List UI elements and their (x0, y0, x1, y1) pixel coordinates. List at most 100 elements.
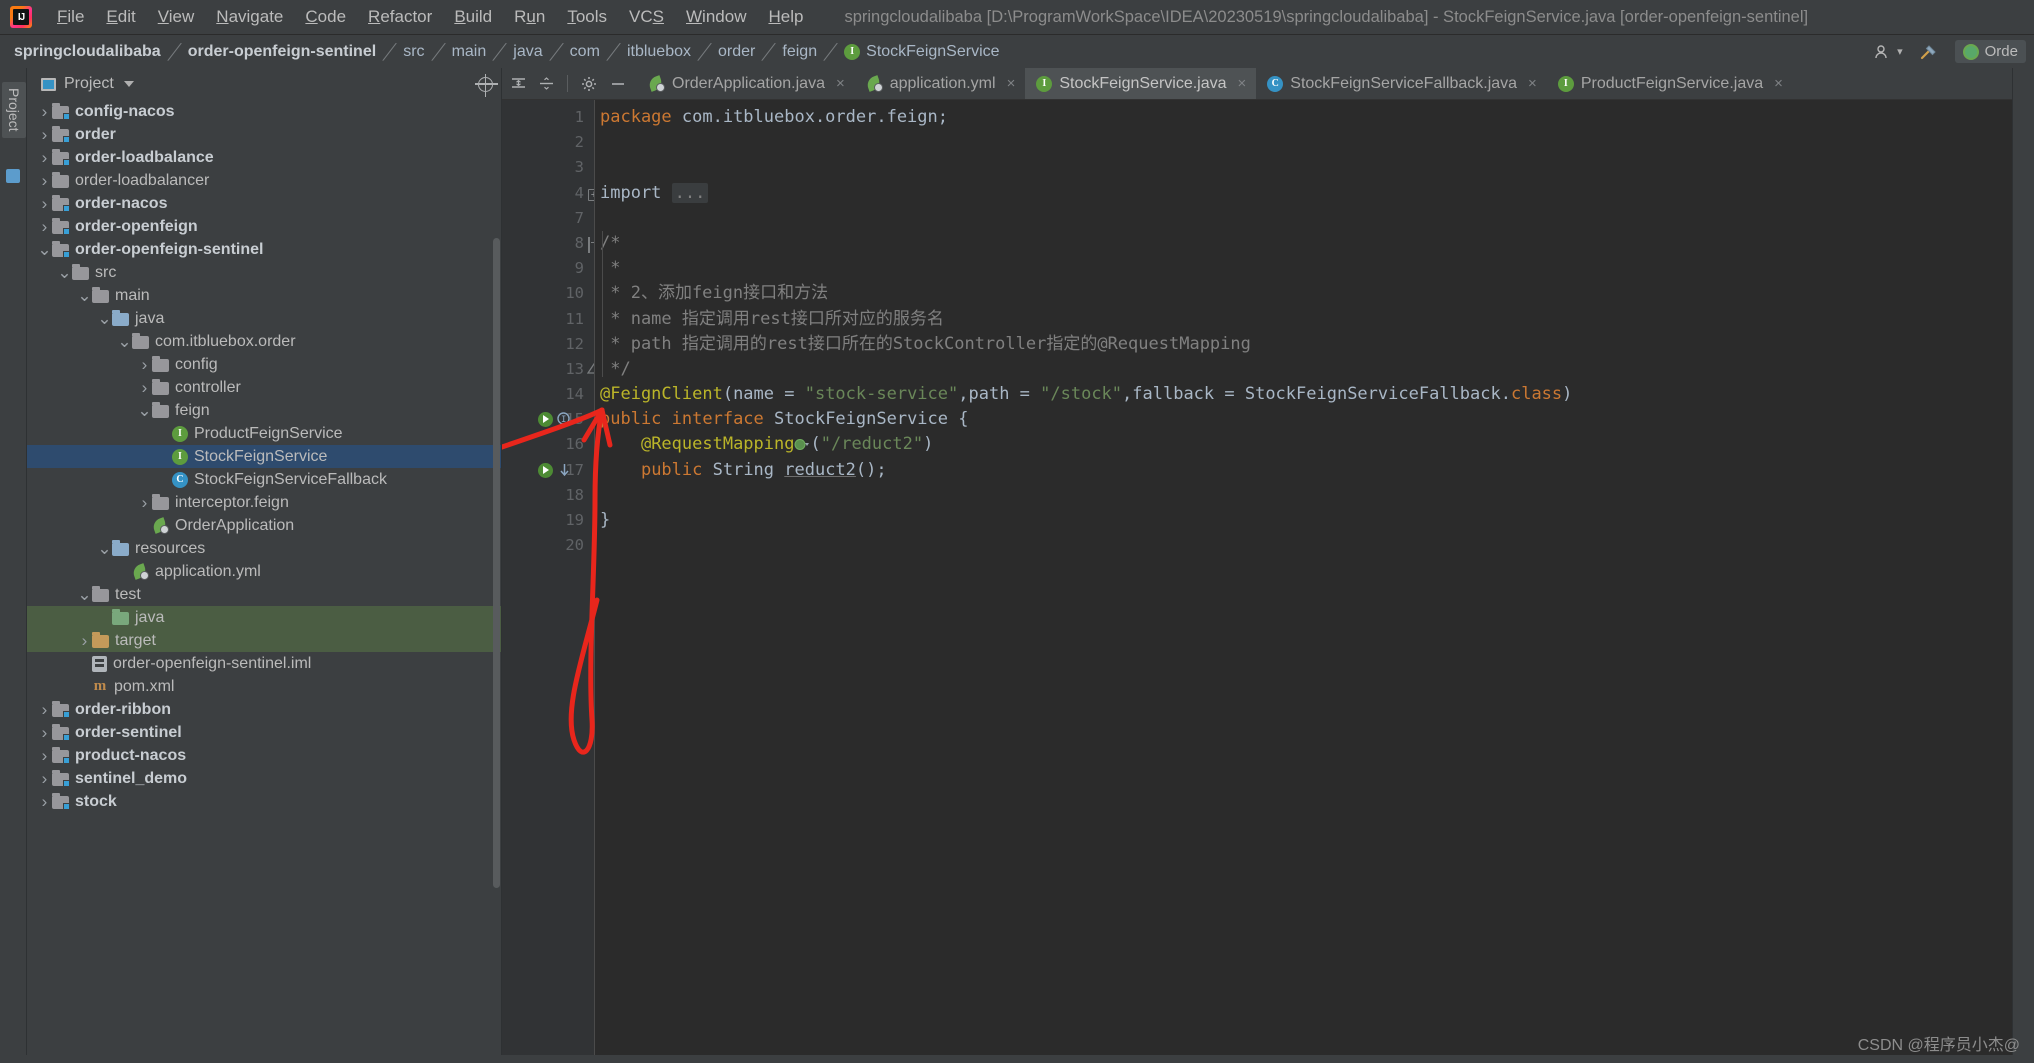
tree-node-pom-xml[interactable]: m pom.xml (27, 675, 501, 698)
chevron-down-icon[interactable]: ⌄ (77, 287, 92, 304)
breadcrumb-item-order[interactable]: order (718, 43, 755, 61)
fold-collapse-icon[interactable] (588, 237, 590, 253)
code-content[interactable]: package com.itbluebox.order.feign; impor… (594, 100, 2034, 1063)
chevron-down-icon[interactable]: ⌄ (97, 540, 112, 557)
chevron-right-icon[interactable]: › (37, 194, 52, 214)
run-configuration-selector[interactable]: Orde (1954, 40, 2026, 63)
chevron-down-icon[interactable]: ⌄ (37, 241, 52, 258)
chevron-right-icon[interactable]: › (137, 378, 152, 398)
tree-node-application-yml[interactable]: application.yml (27, 560, 501, 583)
implemented-interface-icon[interactable]: I (557, 412, 570, 428)
tree-node-controller[interactable]: › controller (27, 376, 501, 399)
tree-node-sentinel-demo[interactable]: › sentinel_demo (27, 767, 501, 790)
breadcrumb-item-main[interactable]: main (452, 43, 487, 61)
breadcrumb-item-src[interactable]: src (403, 43, 424, 61)
chevron-down-icon[interactable]: ⌄ (117, 333, 132, 350)
tree-node-main[interactable]: ⌄ main (27, 284, 501, 307)
chevron-right-icon[interactable]: › (37, 700, 52, 720)
main-menu[interactable]: File Edit View Navigate Code Refactor Build Run… (46, 4, 814, 30)
tree-node-order-openfeign[interactable]: › order-openfeign (27, 215, 501, 238)
tree-node-order-nacos[interactable]: › order-nacos (27, 192, 501, 215)
tree-node-java[interactable]: ⌄ java (27, 307, 501, 330)
tree-node-stockfeignservice[interactable]: I StockFeignService (27, 445, 501, 468)
spring-url-mapping-icon[interactable] (794, 434, 810, 454)
menu-view[interactable]: View (147, 4, 206, 30)
breadcrumb-item-java[interactable]: java (513, 43, 542, 61)
breadcrumb-item-springcloudalibaba[interactable]: springcloudalibaba (14, 43, 161, 61)
editor-tab-productfeignservice-java[interactable]: I ProductFeignService.java × (1546, 68, 1793, 99)
collapse-all-icon[interactable] (539, 76, 554, 91)
chevron-right-icon[interactable]: › (37, 217, 52, 237)
editor-tab-stockfeignservicefallback-java[interactable]: C StockFeignServiceFallback.java × (1256, 68, 1547, 99)
crosshair-icon[interactable] (475, 73, 498, 97)
menu-build[interactable]: Build (443, 4, 503, 30)
spring-bean-gutter-icon[interactable] (538, 412, 553, 430)
tree-node-resources[interactable]: ⌄ resources (27, 537, 501, 560)
hammer-build-icon[interactable] (1919, 43, 1939, 61)
chevron-down-icon[interactable] (123, 81, 134, 87)
chevron-down-icon[interactable]: ⌄ (97, 310, 112, 327)
tree-node-stockfeignservicefallback[interactable]: C StockFeignServiceFallback (27, 468, 501, 491)
tree-node-order-sentinel[interactable]: › order-sentinel (27, 721, 501, 744)
close-icon[interactable]: × (1774, 75, 1783, 92)
chevron-down-icon[interactable]: ⌄ (77, 586, 92, 603)
expand-all-icon[interactable] (511, 76, 526, 91)
user-settings-icon[interactable]: ▾ (1874, 44, 1903, 60)
tree-node-config[interactable]: › config (27, 353, 501, 376)
menu-navigate[interactable]: Navigate (205, 4, 294, 30)
tree-node-src[interactable]: ⌄ src (27, 261, 501, 284)
tree-node-order-loadbalancer[interactable]: › order-loadbalancer (27, 169, 501, 192)
hide-icon[interactable] (610, 76, 626, 92)
code-editor[interactable]: 12347891011121314151617181920+I package … (502, 100, 2034, 1063)
chevron-right-icon[interactable]: › (137, 493, 152, 513)
menu-window[interactable]: Window (675, 4, 757, 30)
tree-node-product-nacos[interactable]: › product-nacos (27, 744, 501, 767)
menu-file[interactable]: File (46, 4, 95, 30)
chevron-right-icon[interactable]: › (37, 125, 52, 145)
close-icon[interactable]: × (1238, 75, 1247, 92)
chevron-down-icon[interactable]: ⌄ (137, 402, 152, 419)
project-tree[interactable]: › config-nacos › order › order-loadbalance › or… (27, 100, 501, 1063)
breadcrumb-item-order-openfeign-sentinel[interactable]: order-openfeign-sentinel (188, 43, 376, 61)
tree-node-order-ribbon[interactable]: › order-ribbon (27, 698, 501, 721)
chevron-right-icon[interactable]: › (37, 746, 52, 766)
settings-gear-icon[interactable] (581, 76, 597, 92)
chevron-right-icon[interactable]: › (37, 102, 52, 122)
close-icon[interactable]: × (1007, 75, 1016, 92)
breadcrumb[interactable]: springcloudalibaba ╱ order-openfeign-senti… (14, 43, 1000, 61)
close-icon[interactable]: × (836, 75, 845, 92)
chevron-down-icon[interactable]: ⌄ (57, 264, 72, 281)
tree-node-test[interactable]: ⌄ test (27, 583, 501, 606)
breadcrumb-item-com[interactable]: com (570, 43, 600, 61)
tree-node-order-openfeign-sentinel-iml[interactable]: order-openfeign-sentinel.iml (27, 652, 501, 675)
chevron-right-icon[interactable]: › (77, 631, 92, 651)
tree-node-productfeignservice[interactable]: I ProductFeignService (27, 422, 501, 445)
chevron-right-icon[interactable]: › (37, 723, 52, 743)
chevron-right-icon[interactable]: › (137, 355, 152, 375)
tree-node-orderapplication[interactable]: OrderApplication (27, 514, 501, 537)
tree-node-order-openfeign-sentinel[interactable]: ⌄ order-openfeign-sentinel (27, 238, 501, 261)
tree-node-order[interactable]: › order (27, 123, 501, 146)
tree-node-com-itbluebox-order[interactable]: ⌄ com.itbluebox.order (27, 330, 501, 353)
breadcrumb-item-stockfeignservice[interactable]: I StockFeignService (844, 43, 1000, 61)
override-down-icon[interactable] (558, 463, 571, 480)
close-icon[interactable]: × (1528, 75, 1537, 92)
menu-run[interactable]: Run (503, 4, 556, 30)
editor-tab-orderapplication-java[interactable]: OrderApplication.java × (637, 68, 855, 99)
menu-edit[interactable]: Edit (95, 4, 146, 30)
menu-tools[interactable]: Tools (556, 4, 618, 30)
chevron-right-icon[interactable]: › (37, 792, 52, 812)
tree-node-java[interactable]: java (27, 606, 501, 629)
sidebar-item-project[interactable]: Project (2, 82, 26, 138)
editor-gutter[interactable]: 12347891011121314151617181920+I (502, 100, 602, 1063)
project-tree-scrollbar[interactable] (493, 238, 500, 888)
tree-node-feign[interactable]: ⌄ feign (27, 399, 501, 422)
breadcrumb-item-itbluebox[interactable]: itbluebox (627, 43, 691, 61)
tree-node-order-loadbalance[interactable]: › order-loadbalance (27, 146, 501, 169)
menu-code[interactable]: Code (294, 4, 357, 30)
spring-mapping-gutter-icon[interactable] (538, 462, 553, 481)
editor-tab-stockfeignservice-java[interactable]: I StockFeignService.java × (1025, 68, 1257, 99)
tree-node-config-nacos[interactable]: › config-nacos (27, 100, 501, 123)
tree-node-interceptor-feign[interactable]: › interceptor.feign (27, 491, 501, 514)
menu-vcs[interactable]: VCS (618, 4, 675, 30)
